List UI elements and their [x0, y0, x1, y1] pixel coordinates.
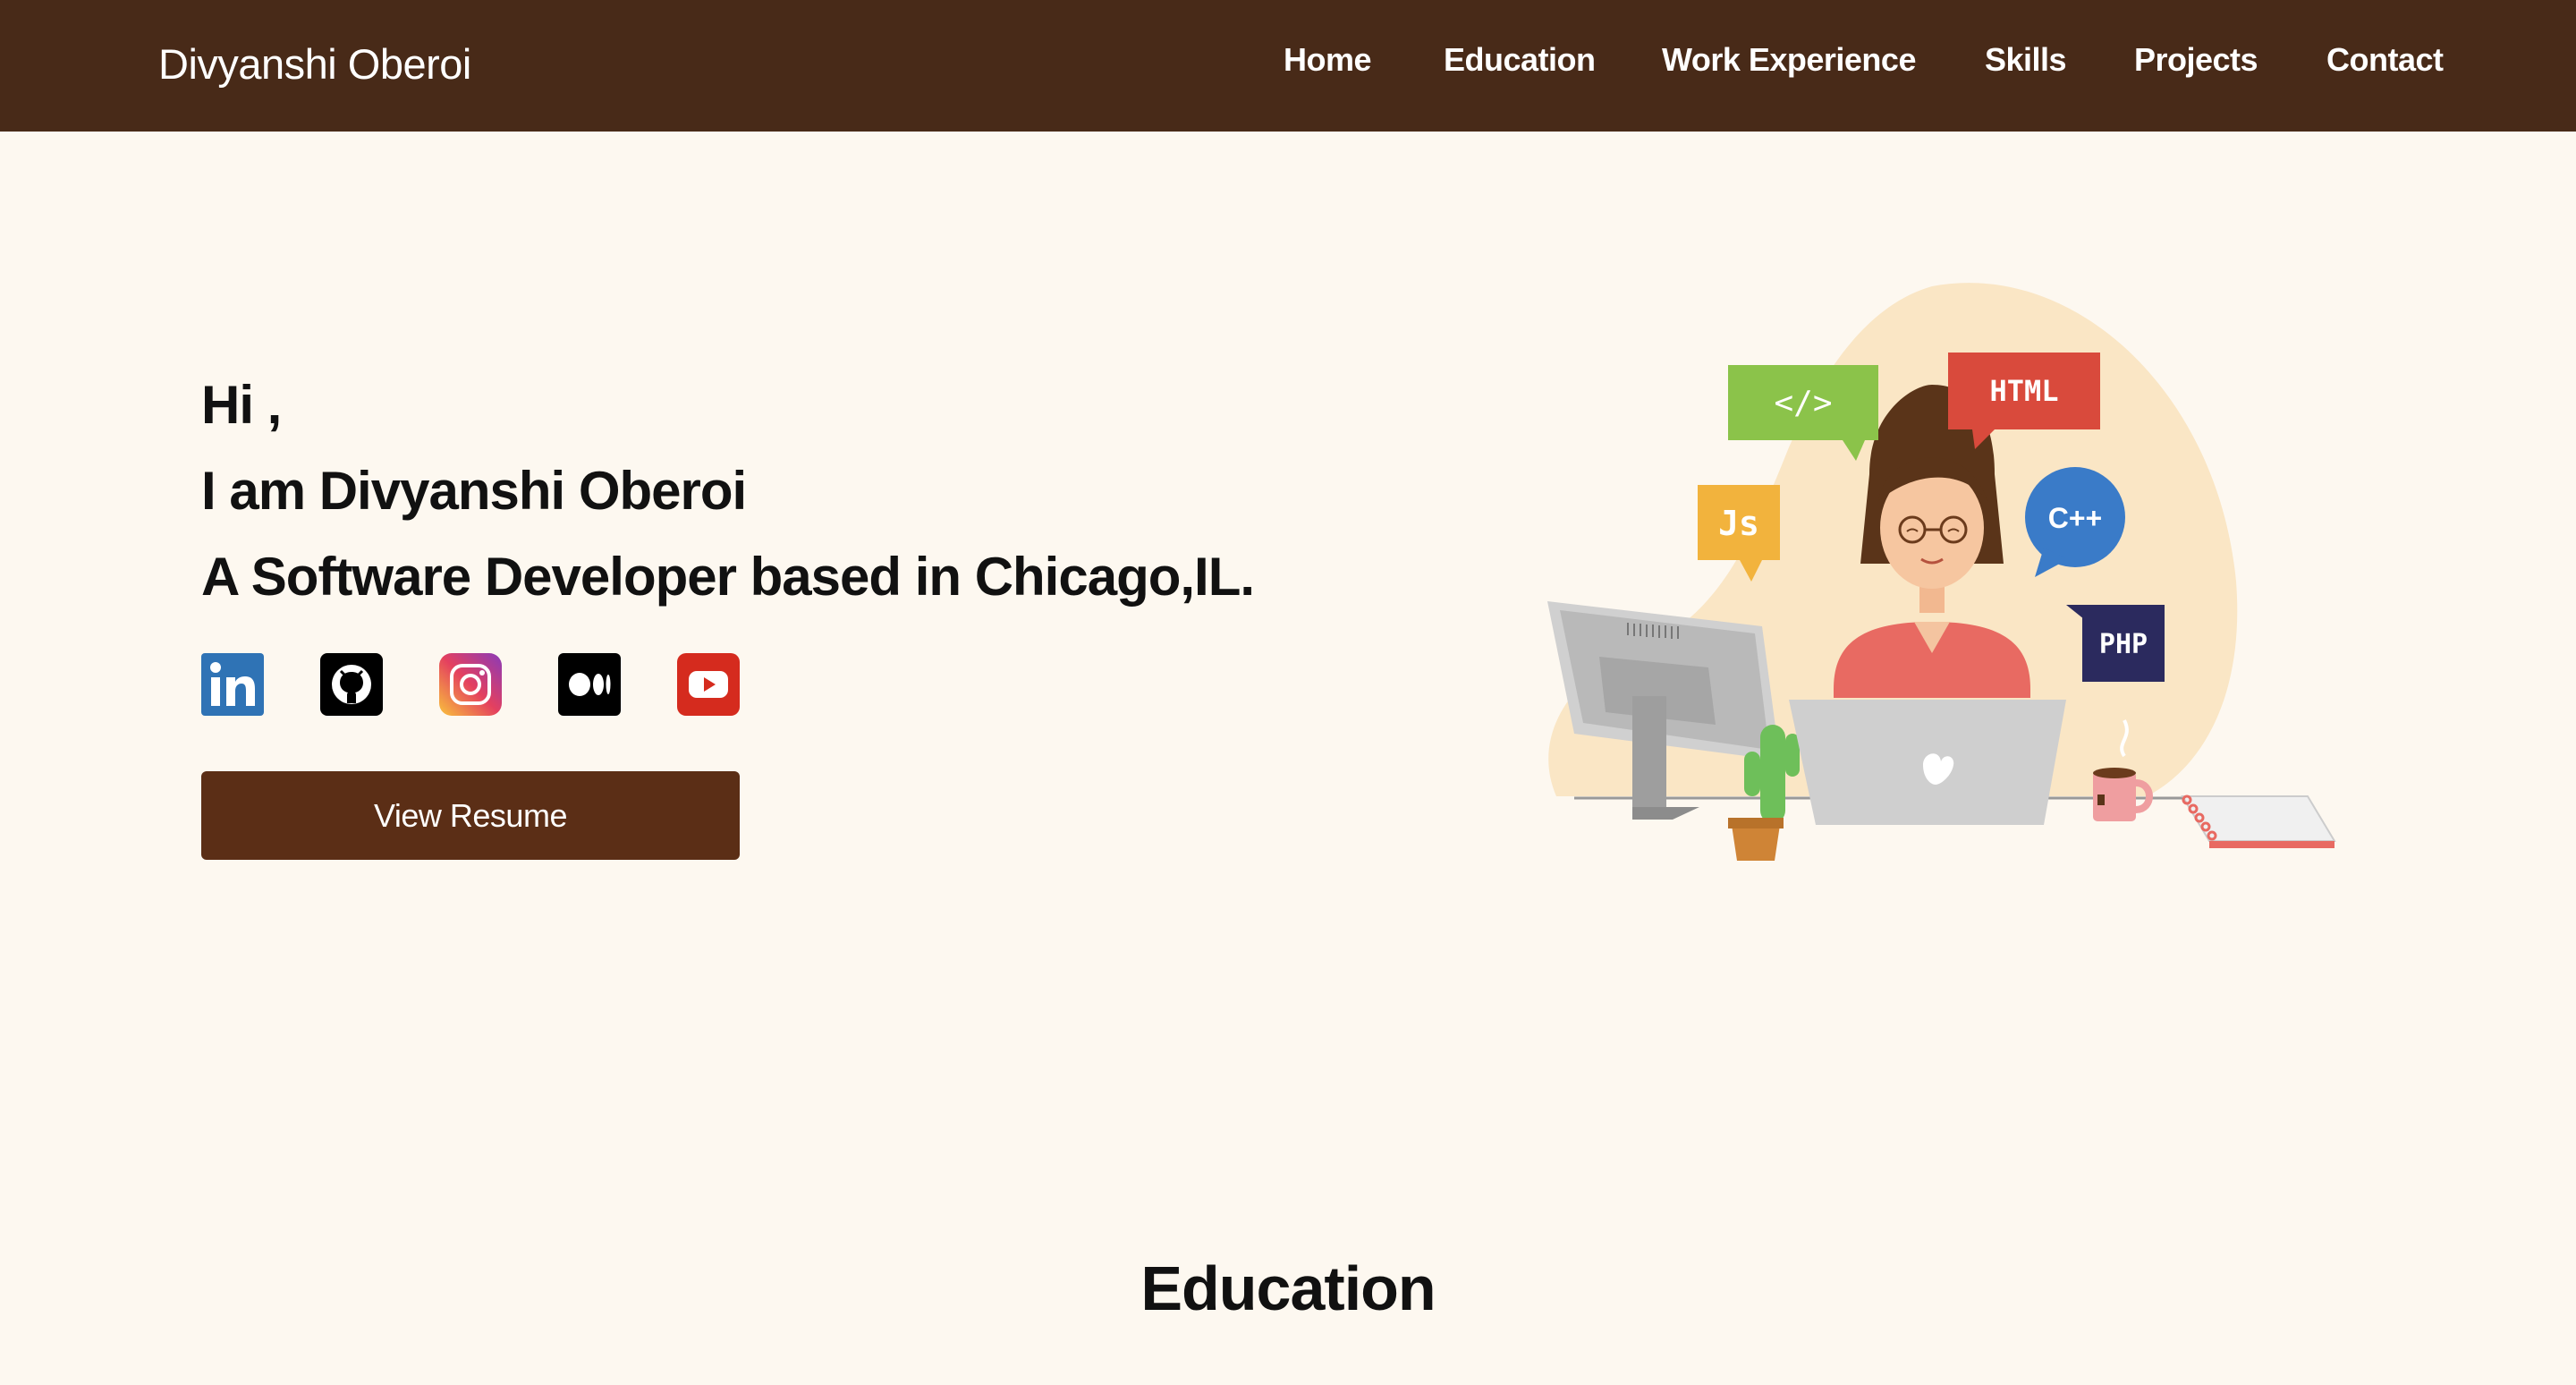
bubble-php-label: PHP — [2099, 629, 2148, 660]
bubble-code-label: </> — [1774, 385, 1832, 421]
hero-intro: Hi , I am Divyanshi Oberoi A Software De… — [201, 362, 1255, 620]
youtube-icon[interactable] — [677, 653, 740, 716]
bubble-cpp-label: C++ — [2048, 502, 2102, 534]
hero-greeting: Hi , — [201, 375, 282, 435]
nav-skills[interactable]: Skills — [1985, 41, 2067, 79]
nav-projects[interactable]: Projects — [2134, 41, 2258, 79]
nav-contact[interactable]: Contact — [2326, 41, 2444, 79]
brand-logo-link[interactable]: Divyanshi Oberoi — [158, 39, 471, 89]
instagram-icon[interactable] — [439, 653, 502, 716]
nav-home[interactable]: Home — [1284, 41, 1372, 79]
nav-work-experience[interactable]: Work Experience — [1662, 41, 1916, 79]
developer-illustration-art: </> HTML Js C++ PHP — [1547, 283, 2336, 861]
view-resume-button[interactable]: View Resume — [201, 771, 740, 860]
navbar: Divyanshi Oberoi Home Education Work Exp… — [0, 0, 2576, 132]
linkedin-icon[interactable] — [201, 653, 264, 716]
hero-name: I am Divyanshi Oberoi — [201, 461, 747, 521]
github-icon[interactable] — [320, 653, 383, 716]
hero-tagline: A Software Developer based in Chicago,IL… — [201, 547, 1255, 607]
nav-education[interactable]: Education — [1444, 41, 1596, 79]
medium-icon[interactable] — [558, 653, 621, 716]
bubble-html-label: HTML — [1989, 374, 2058, 408]
education-section-title: Education — [1140, 1253, 1436, 1323]
bubble-js-label: Js — [1718, 504, 1759, 543]
developer-illustration: </> HTML Js C++ PHP — [1521, 268, 2343, 877]
